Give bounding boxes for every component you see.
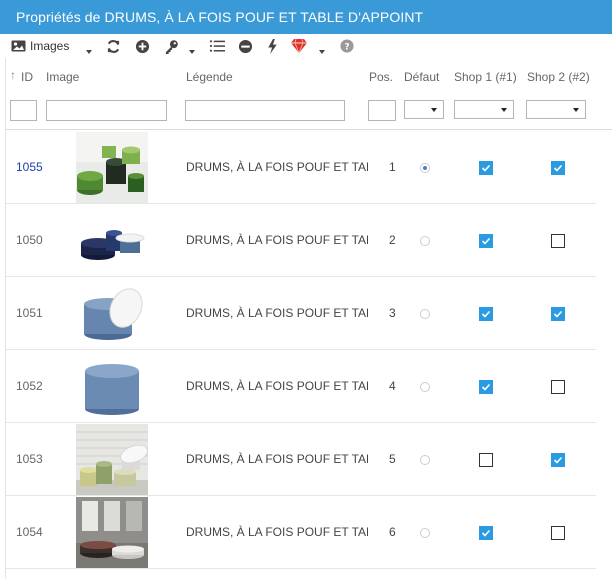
shop1-checkbox[interactable]	[479, 234, 493, 248]
default-radio[interactable]	[420, 309, 430, 319]
table-row[interactable]: 1054 DRUMS, À LA FOIS POUF ET TABLE D'AP…	[6, 496, 596, 569]
shop1-checkbox[interactable]	[479, 161, 493, 175]
row-id: 1051	[16, 306, 43, 320]
row-position[interactable]: 4	[389, 379, 396, 393]
product-thumbnail	[76, 424, 148, 495]
product-thumbnail	[76, 132, 148, 203]
grid-header: ↑ ID Image Légende Pos. Défaut Shop 1 (#…	[6, 58, 612, 130]
col-header-pos[interactable]: Pos.	[369, 70, 393, 84]
col-header-shop1[interactable]: Shop 1 (#1)	[454, 70, 517, 84]
refresh-button[interactable]	[106, 38, 121, 54]
filter-pos-input[interactable]	[368, 100, 396, 121]
shop2-checkbox[interactable]	[551, 453, 565, 467]
svg-text:?: ?	[344, 43, 349, 53]
key-icon	[165, 39, 178, 54]
row-position[interactable]: 6	[389, 525, 396, 539]
shop1-checkbox[interactable]	[479, 453, 493, 467]
col-header-id[interactable]: ID	[21, 70, 33, 84]
window-title: Propriétés de DRUMS, À LA FOIS POUF ET T…	[16, 9, 424, 25]
col-header-shop2[interactable]: Shop 2 (#2)	[527, 70, 590, 84]
filter-default-select[interactable]	[404, 100, 444, 119]
default-radio[interactable]	[420, 163, 430, 173]
table-row[interactable]: 1050 DRUMS, À LA FOIS POUF ET TABLE D'AP…	[6, 204, 596, 277]
row-position[interactable]: 3	[389, 306, 396, 320]
row-legend[interactable]: DRUMS, À LA FOIS POUF ET TABLE D'APPOINT	[186, 160, 368, 174]
row-id: 1053	[16, 452, 43, 466]
chevron-down-icon	[573, 108, 579, 112]
row-legend[interactable]: DRUMS, À LA FOIS POUF ET TABLE D'APPOINT	[186, 233, 368, 247]
product-thumbnail	[76, 497, 148, 568]
default-radio[interactable]	[420, 528, 430, 538]
refresh-icon	[107, 39, 120, 53]
help-button[interactable]: ?	[340, 38, 354, 54]
shop1-checkbox[interactable]	[479, 526, 493, 540]
default-radio[interactable]	[420, 455, 430, 465]
chevron-down-icon	[189, 50, 195, 54]
table-row[interactable]: 1055 DRUMS, À LA FOIS POUF ET TABLE D'AP…	[6, 131, 596, 204]
product-thumbnail	[76, 278, 148, 349]
remove-button[interactable]	[238, 38, 253, 54]
image-icon	[11, 40, 26, 52]
lightning-icon	[268, 38, 277, 54]
shop2-checkbox[interactable]	[551, 161, 565, 175]
shop1-checkbox[interactable]	[479, 307, 493, 321]
gem-icon	[291, 39, 307, 53]
filter-shop2-select[interactable]	[526, 100, 586, 119]
row-id: 1052	[16, 379, 43, 393]
filter-shop1-select[interactable]	[454, 100, 514, 119]
row-legend[interactable]: DRUMS, À LA FOIS POUF ET TABLE D'APPOINT	[186, 379, 368, 393]
row-legend[interactable]: DRUMS, À LA FOIS POUF ET TABLE D'APPOINT	[186, 306, 368, 320]
default-radio[interactable]	[420, 382, 430, 392]
row-id: 1050	[16, 233, 43, 247]
list-button[interactable]	[210, 38, 225, 54]
images-grid: ↑ ID Image Légende Pos. Défaut Shop 1 (#…	[5, 58, 612, 579]
gem-button[interactable]	[291, 38, 307, 54]
help-icon: ?	[340, 39, 354, 53]
shop2-checkbox[interactable]	[551, 380, 565, 394]
add-button[interactable]	[135, 38, 150, 54]
chevron-down-icon	[501, 108, 507, 112]
row-position[interactable]: 5	[389, 452, 396, 466]
col-header-legend[interactable]: Légende	[186, 70, 233, 84]
filter-image-input[interactable]	[46, 100, 167, 121]
chevron-down-icon	[319, 50, 325, 54]
row-id: 1055	[16, 160, 43, 174]
images-menu-button[interactable]: Images	[11, 38, 69, 54]
lightning-button[interactable]	[267, 38, 278, 54]
window-titlebar: Propriétés de DRUMS, À LA FOIS POUF ET T…	[0, 0, 612, 34]
row-position[interactable]: 2	[389, 233, 396, 247]
table-row[interactable]: 1053 DRUMS, À LA FOIS POUF ET TA 5	[6, 423, 596, 496]
key-button[interactable]	[164, 38, 179, 54]
filter-id-input[interactable]	[10, 100, 37, 121]
toolbar: Images ?	[0, 34, 612, 58]
grid-scroll-gutter[interactable]	[601, 130, 612, 579]
product-thumbnail	[76, 205, 148, 276]
sort-arrow-up-icon[interactable]: ↑	[10, 68, 16, 82]
shop2-checkbox[interactable]	[551, 526, 565, 540]
shop1-checkbox[interactable]	[479, 380, 493, 394]
col-header-image[interactable]: Image	[46, 70, 79, 84]
shop2-checkbox[interactable]	[551, 234, 565, 248]
row-legend[interactable]: DRUMS, À LA FOIS POUF ET TABLE D'APPOINT	[186, 525, 368, 539]
filter-legend-input[interactable]	[185, 100, 345, 121]
row-legend[interactable]: DRUMS, À LA FOIS POUF ET TABLE D'APPOINT	[186, 452, 368, 466]
add-icon	[135, 39, 150, 53]
table-row[interactable]: 1052 DRUMS, À LA FOIS POUF ET TABLE D'AP…	[6, 350, 596, 423]
images-menu-label: Images	[30, 39, 70, 53]
chevron-down-icon	[86, 50, 92, 54]
row-id: 1054	[16, 525, 43, 539]
table-row[interactable]: 1051 DRUMS, À LA FOIS POUF ET TABLE D'AP…	[6, 277, 596, 350]
col-header-default[interactable]: Défaut	[404, 70, 439, 84]
chevron-down-icon	[431, 108, 437, 112]
product-thumbnail	[76, 351, 148, 422]
list-icon	[210, 40, 225, 52]
row-position[interactable]: 1	[389, 160, 396, 174]
shop2-checkbox[interactable]	[551, 307, 565, 321]
remove-icon	[238, 39, 253, 53]
default-radio[interactable]	[420, 236, 430, 246]
